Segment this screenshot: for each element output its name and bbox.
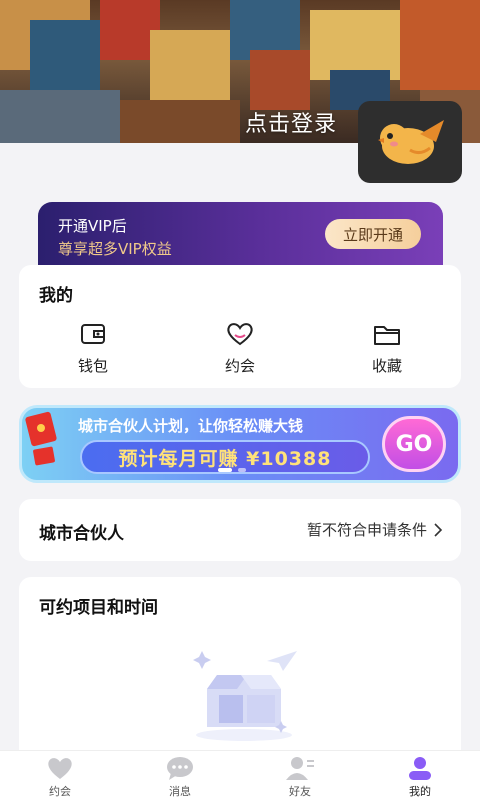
- wallet-label: 钱包: [77, 357, 108, 375]
- bottom-tab-bar: 约会 消息 好友 我的: [0, 750, 480, 800]
- tab-messages[interactable]: 消息: [140, 755, 220, 799]
- go-button[interactable]: GO: [382, 416, 446, 472]
- city-partner-title: 城市合伙人: [39, 524, 124, 546]
- tab-dating-label: 约会: [49, 785, 71, 798]
- heart-icon: [48, 758, 72, 779]
- tab-messages-label: 消息: [169, 785, 191, 798]
- dating-label: 约会: [224, 357, 255, 375]
- banner-pagination: [218, 468, 246, 472]
- tab-dating[interactable]: 约会: [20, 755, 100, 799]
- vip-subtitle: 尊享超多VIP权益: [58, 240, 172, 258]
- vip-banner[interactable]: 开通VIP后 尊享超多VIP权益 立即开通: [38, 202, 443, 274]
- vip-open-button[interactable]: 立即开通: [325, 219, 421, 249]
- dating-button[interactable]: 约会: [200, 321, 280, 376]
- banner-headline: 城市合伙人计划，让你轻松赚大钱: [78, 417, 304, 435]
- city-partner-status: 暂不符合申请条件: [307, 519, 443, 540]
- tab-mine[interactable]: 我的: [380, 755, 460, 799]
- tab-friends-label: 好友: [289, 785, 311, 798]
- avatar[interactable]: [358, 101, 462, 183]
- message-icon: [167, 757, 193, 780]
- bird-logo-icon: [378, 120, 444, 164]
- contacts-icon: [286, 757, 314, 780]
- schedule-title: 可约项目和时间: [39, 598, 158, 620]
- banner-earnings: 预计每月可赚 ¥10388: [118, 447, 332, 470]
- folder-icon: [374, 326, 400, 345]
- mine-card: 我的 钱包 约会 收藏: [19, 265, 461, 388]
- pagination-dot: [238, 468, 246, 472]
- red-envelope-icon: [25, 411, 57, 466]
- schedule-card: 可约项目和时间: [19, 577, 461, 767]
- tab-mine-label: 我的: [409, 785, 431, 798]
- wallet-icon: [81, 324, 105, 344]
- login-link[interactable]: 点击登录: [245, 106, 337, 138]
- pagination-dot-active: [218, 468, 232, 472]
- city-partner-status-text: 暂不符合申请条件: [306, 521, 427, 539]
- favorites-label: 收藏: [371, 357, 402, 375]
- favorites-button[interactable]: 收藏: [347, 321, 427, 376]
- vip-title: 开通VIP后: [58, 217, 127, 235]
- mine-title: 我的: [39, 286, 73, 308]
- chevron-right-icon: [434, 522, 443, 537]
- user-icon: [409, 757, 431, 780]
- empty-box-icon: [193, 651, 297, 741]
- heart-icon: [227, 323, 253, 346]
- city-partner-row[interactable]: 城市合伙人 暂不符合申请条件: [19, 499, 461, 561]
- tab-friends[interactable]: 好友: [260, 755, 340, 799]
- wallet-button[interactable]: 钱包: [53, 321, 133, 376]
